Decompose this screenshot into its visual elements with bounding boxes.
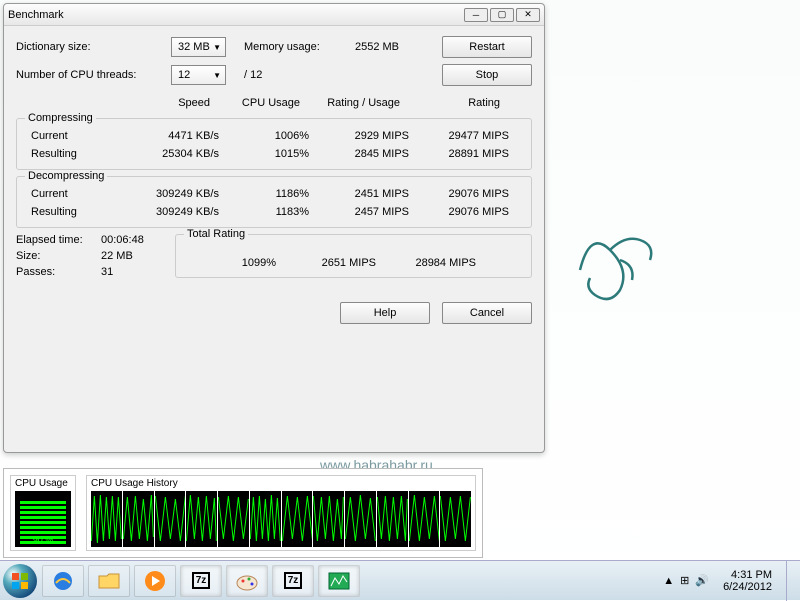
threads-label: Number of CPU threads:: [16, 69, 171, 81]
wmp-icon: [143, 569, 167, 593]
volume-icon[interactable]: 🔊: [695, 574, 709, 587]
threads-dropdown[interactable]: 12▼: [171, 65, 226, 85]
row-label: Resulting: [25, 203, 125, 221]
col-speed: Speed: [116, 94, 216, 112]
window-title: Benchmark: [8, 9, 462, 21]
taskbar-7zip-2[interactable]: 7z: [272, 565, 314, 597]
action-flag-icon[interactable]: ⊞: [680, 574, 689, 587]
memory-usage-value: 2552 MB: [334, 41, 399, 53]
taskmgr-icon: [328, 572, 350, 590]
paint-icon: [235, 571, 259, 591]
taskbar-taskmgr[interactable]: [318, 565, 360, 597]
cpu-history-title: CPU Usage History: [91, 478, 471, 489]
titlebar[interactable]: Benchmark ─ ▢ ✕: [4, 4, 544, 26]
total-rating-group: Total Rating 1099% 2651 MIPS 28984 MIPS: [175, 234, 532, 278]
taskmanager-widget: CPU Usage 90 % CPU Usage History: [3, 468, 483, 558]
sevenzip-icon: 7z: [192, 572, 211, 589]
taskbar-paint[interactable]: [226, 565, 268, 597]
row-label: Current: [25, 185, 125, 203]
taskbar-mediaplayer[interactable]: [134, 565, 176, 597]
col-rating: Rating: [406, 94, 506, 112]
cancel-button[interactable]: Cancel: [442, 302, 532, 324]
dictionary-size-dropdown[interactable]: 32 MB▼: [171, 37, 226, 57]
system-tray: ▲ ⊞ 🔊 4:31 PM 6/24/2012: [659, 561, 800, 601]
cpu-usage-title: CPU Usage: [15, 478, 71, 489]
cpu-history-graphs: [91, 491, 471, 547]
taskbar-ie[interactable]: [42, 565, 84, 597]
cpu-percent: 90 %: [33, 535, 54, 545]
taskbar: 7z 7z ▲ ⊞ 🔊 4:31 PM 6/24/2012: [0, 560, 800, 600]
chevron-down-icon: ▼: [213, 43, 221, 52]
taskbar-explorer[interactable]: [88, 565, 130, 597]
dictionary-size-label: Dictionary size:: [16, 41, 171, 53]
row-label: Resulting: [25, 145, 125, 163]
show-hidden-icon[interactable]: ▲: [663, 575, 674, 587]
maximize-button[interactable]: ▢: [490, 8, 514, 22]
taskbar-7zip-1[interactable]: 7z: [180, 565, 222, 597]
folder-icon: [97, 571, 121, 591]
chevron-down-icon: ▼: [213, 71, 221, 80]
close-button[interactable]: ✕: [516, 8, 540, 22]
cpu-usage-meter: 90 %: [15, 491, 71, 547]
start-button[interactable]: [0, 561, 40, 601]
benchmark-window: Benchmark ─ ▢ ✕ Dictionary size: 32 MB▼ …: [3, 3, 545, 453]
ie-icon: [51, 569, 75, 593]
row-label: Current: [25, 127, 125, 145]
minimize-button[interactable]: ─: [464, 8, 488, 22]
col-ru: Rating / Usage: [306, 94, 406, 112]
decorative-flourish: [560, 210, 680, 310]
help-button[interactable]: Help: [340, 302, 430, 324]
sevenzip-icon: 7z: [284, 572, 303, 589]
decompressing-group: Decompressing Current 309249 KB/s 1186% …: [16, 176, 532, 228]
windows-logo-icon: [3, 564, 37, 598]
restart-button[interactable]: Restart: [442, 36, 532, 58]
stop-button[interactable]: Stop: [442, 64, 532, 86]
clock[interactable]: 4:31 PM 6/24/2012: [715, 569, 780, 593]
memory-usage-label: Memory usage:: [244, 41, 334, 53]
col-cpu: CPU Usage: [216, 94, 306, 112]
summary-info: Elapsed time:00:06:48 Size:22 MB Passes:…: [16, 234, 171, 278]
threads-max: / 12: [244, 69, 262, 81]
show-desktop-button[interactable]: [786, 561, 796, 601]
compressing-group: Compressing Current 4471 KB/s 1006% 2929…: [16, 118, 532, 170]
